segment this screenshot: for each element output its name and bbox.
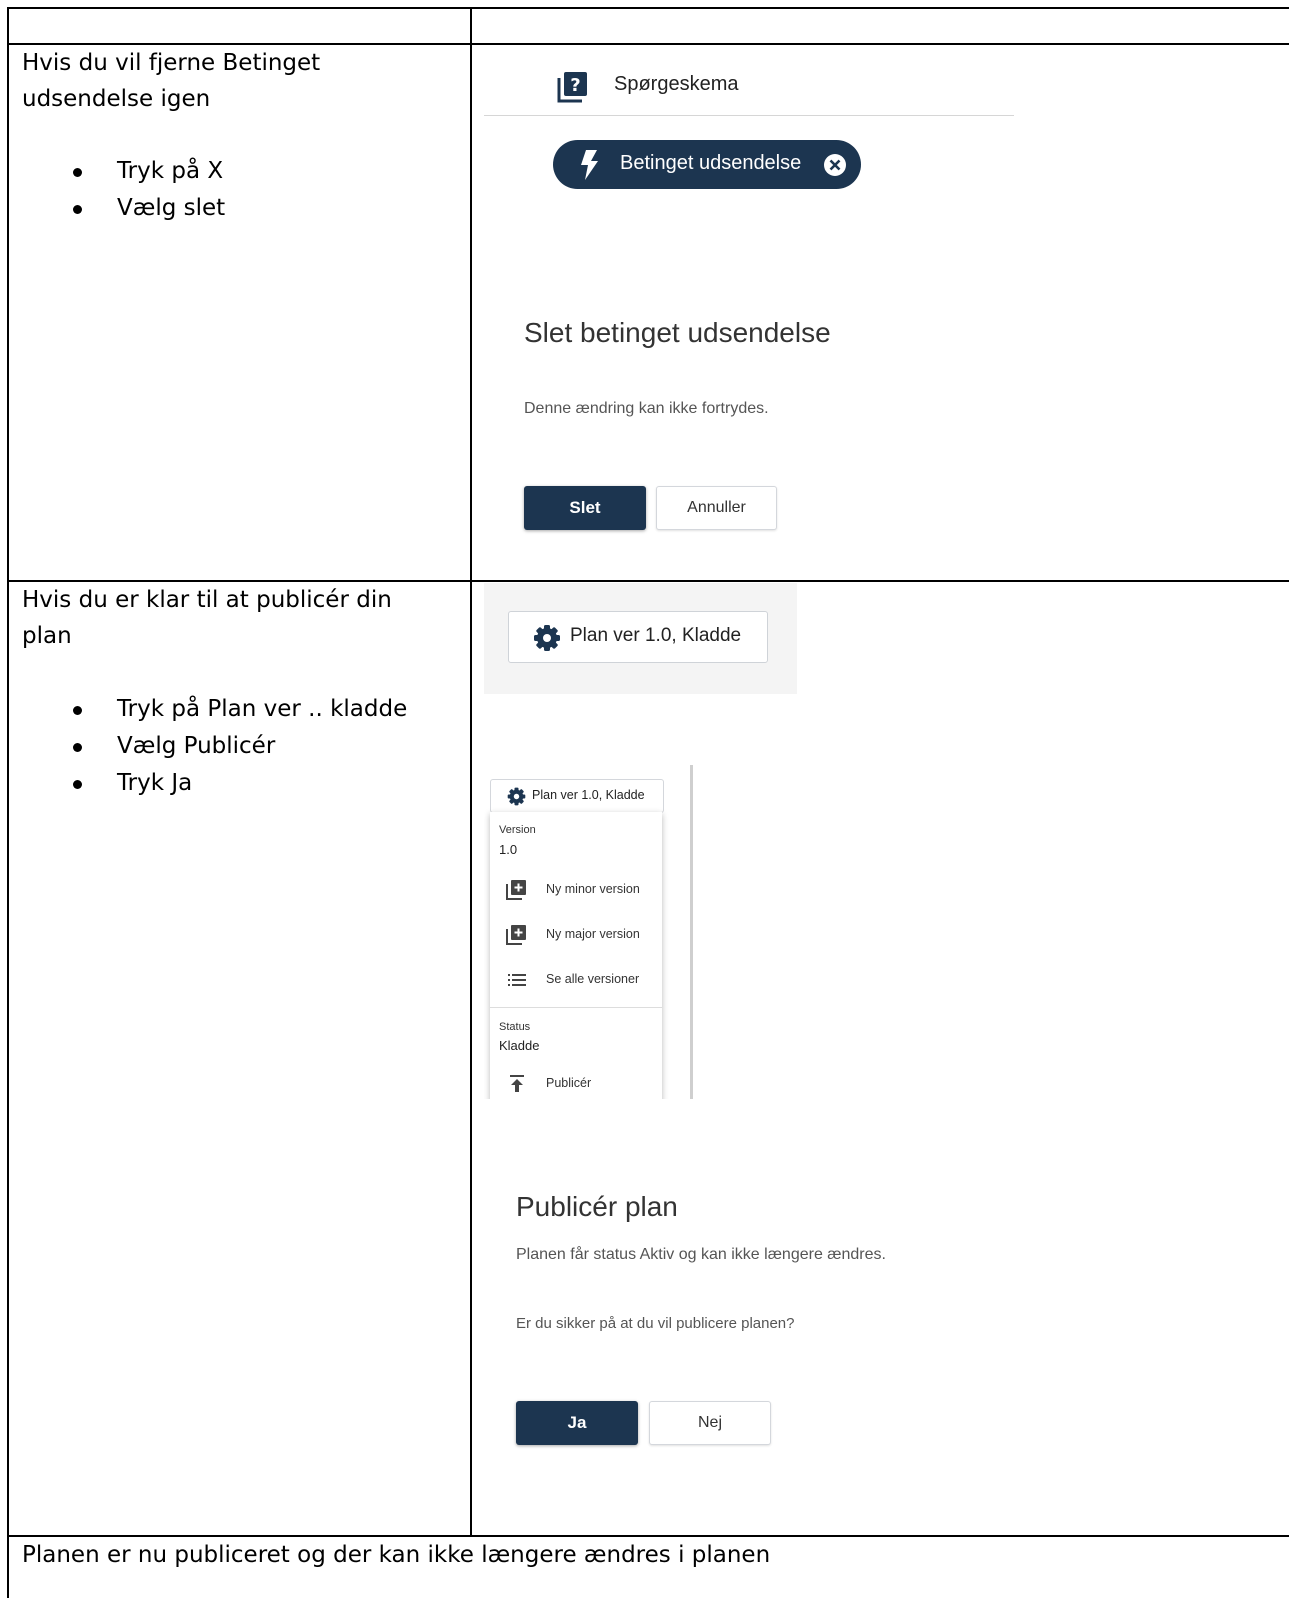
table-column-divider bbox=[470, 7, 472, 1536]
row2-instruction-line-2: plan bbox=[22, 623, 72, 649]
publish-cancel-button[interactable]: Nej bbox=[649, 1401, 771, 1445]
version-caption: Version bbox=[499, 824, 536, 836]
list-item: Tryk på X bbox=[73, 153, 457, 190]
menu-item-label: Ny major version bbox=[546, 927, 640, 941]
delete-dialog-body: Denne ændring kan ikke fortrydes. bbox=[524, 400, 769, 417]
menu-item-new-major[interactable]: Ny major version bbox=[490, 916, 662, 954]
status-caption: Status bbox=[499, 1021, 531, 1033]
row2-steps-list: Tryk på Plan ver .. kladde Vælg Publicér… bbox=[73, 691, 467, 802]
menu-item-all-versions[interactable]: Se alle versioner bbox=[490, 961, 662, 999]
plan-version-label: Plan ver 1.0, Kladde bbox=[570, 625, 742, 646]
menu-item-publish[interactable]: Publicér bbox=[490, 1065, 662, 1099]
add-library-icon bbox=[506, 925, 526, 950]
bullet-icon bbox=[73, 168, 82, 177]
lightning-icon bbox=[579, 150, 599, 185]
bullet-icon bbox=[73, 780, 82, 789]
publish-dialog-question: Er du sikker på at du vil publicere plan… bbox=[516, 1315, 795, 1332]
version-value: 1.0 bbox=[499, 842, 518, 857]
list-item: Vælg Publicér bbox=[73, 728, 467, 765]
menu-item-label: Publicér bbox=[546, 1076, 592, 1090]
publish-dialog-title: Publicér plan bbox=[516, 1191, 678, 1222]
delete-cancel-label: Annuller bbox=[687, 499, 746, 516]
dropdown-menu: Version 1.0 Ny minor version Ny major ve… bbox=[490, 812, 662, 1099]
questionnaire-label: Spørgeskema bbox=[614, 73, 739, 95]
dropdown-page-edge bbox=[690, 765, 693, 1099]
row1-instruction: Hvis du vil fjerne Betinget udsendelse i… bbox=[22, 45, 462, 117]
list-item: Tryk på Plan ver .. kladde bbox=[73, 691, 467, 728]
row2-instruction-line-1: Hvis du er klar til at publicér din bbox=[22, 587, 392, 613]
chip-label: Betinget udsendelse bbox=[620, 152, 802, 174]
publish-confirm-label: Ja bbox=[567, 1413, 587, 1432]
row1-steps-list: Tryk på X Vælg slet bbox=[73, 153, 457, 227]
status-value: Kladde bbox=[499, 1038, 540, 1053]
conditional-dispatch-chip[interactable]: Betinget udsendelse bbox=[553, 140, 861, 189]
table-border-left bbox=[7, 7, 9, 1598]
list-icon bbox=[508, 973, 526, 992]
add-library-icon bbox=[506, 880, 526, 905]
publish-cancel-label: Nej bbox=[697, 1414, 722, 1431]
row2-instruction: Hvis du er klar til at publicér din plan bbox=[22, 582, 462, 654]
delete-dialog-title: Slet betinget udsendelse bbox=[524, 317, 831, 348]
questionnaire-icon: ? bbox=[556, 70, 590, 109]
publish-dialog-body: Planen får status Aktiv og kan ikke læng… bbox=[516, 1246, 886, 1263]
chip-remove-icon[interactable] bbox=[824, 154, 846, 181]
publish-confirm-button[interactable]: Ja bbox=[516, 1401, 638, 1445]
bullet-icon bbox=[73, 706, 82, 715]
delete-confirm-label: Slet bbox=[569, 498, 601, 517]
menu-divider bbox=[484, 115, 1014, 116]
footer-note: Planen er nu publiceret og der kan ikke … bbox=[22, 1542, 771, 1568]
list-item: Tryk Ja bbox=[73, 765, 467, 802]
plan-version-button[interactable]: Plan ver 1.0, Kladde bbox=[508, 611, 768, 663]
menu-divider bbox=[490, 1007, 662, 1008]
menu-item-new-minor[interactable]: Ny minor version bbox=[490, 871, 662, 909]
version-dropdown-screenshot: Plan ver 1.0, Kladde Version 1.0 Ny mino… bbox=[484, 765, 696, 1099]
gear-icon bbox=[533, 624, 561, 657]
bullet-icon bbox=[73, 205, 82, 214]
row1-instruction-line-1: Hvis du vil fjerne Betinget bbox=[22, 50, 321, 76]
menu-item-label: Ny minor version bbox=[546, 882, 640, 896]
dropdown-plan-version-button[interactable]: Plan ver 1.0, Kladde bbox=[490, 779, 664, 813]
svg-text:?: ? bbox=[570, 75, 580, 96]
questionnaire-menu-item[interactable]: ? Spørgeskema bbox=[484, 60, 1014, 116]
row1-instruction-line-2: udsendelse igen bbox=[22, 86, 211, 112]
bullet-icon bbox=[73, 743, 82, 752]
menu-item-label: Se alle versioner bbox=[546, 972, 640, 986]
plan-button-panel: Plan ver 1.0, Kladde bbox=[484, 583, 797, 694]
delete-confirm-button[interactable]: Slet bbox=[524, 486, 646, 530]
dropdown-plan-version-label: Plan ver 1.0, Kladde bbox=[532, 788, 645, 802]
table-border-top bbox=[7, 7, 1289, 9]
publish-icon bbox=[509, 1075, 525, 1098]
list-item: Vælg slet bbox=[73, 190, 457, 227]
delete-cancel-button[interactable]: Annuller bbox=[656, 486, 777, 530]
gear-icon bbox=[507, 787, 526, 811]
